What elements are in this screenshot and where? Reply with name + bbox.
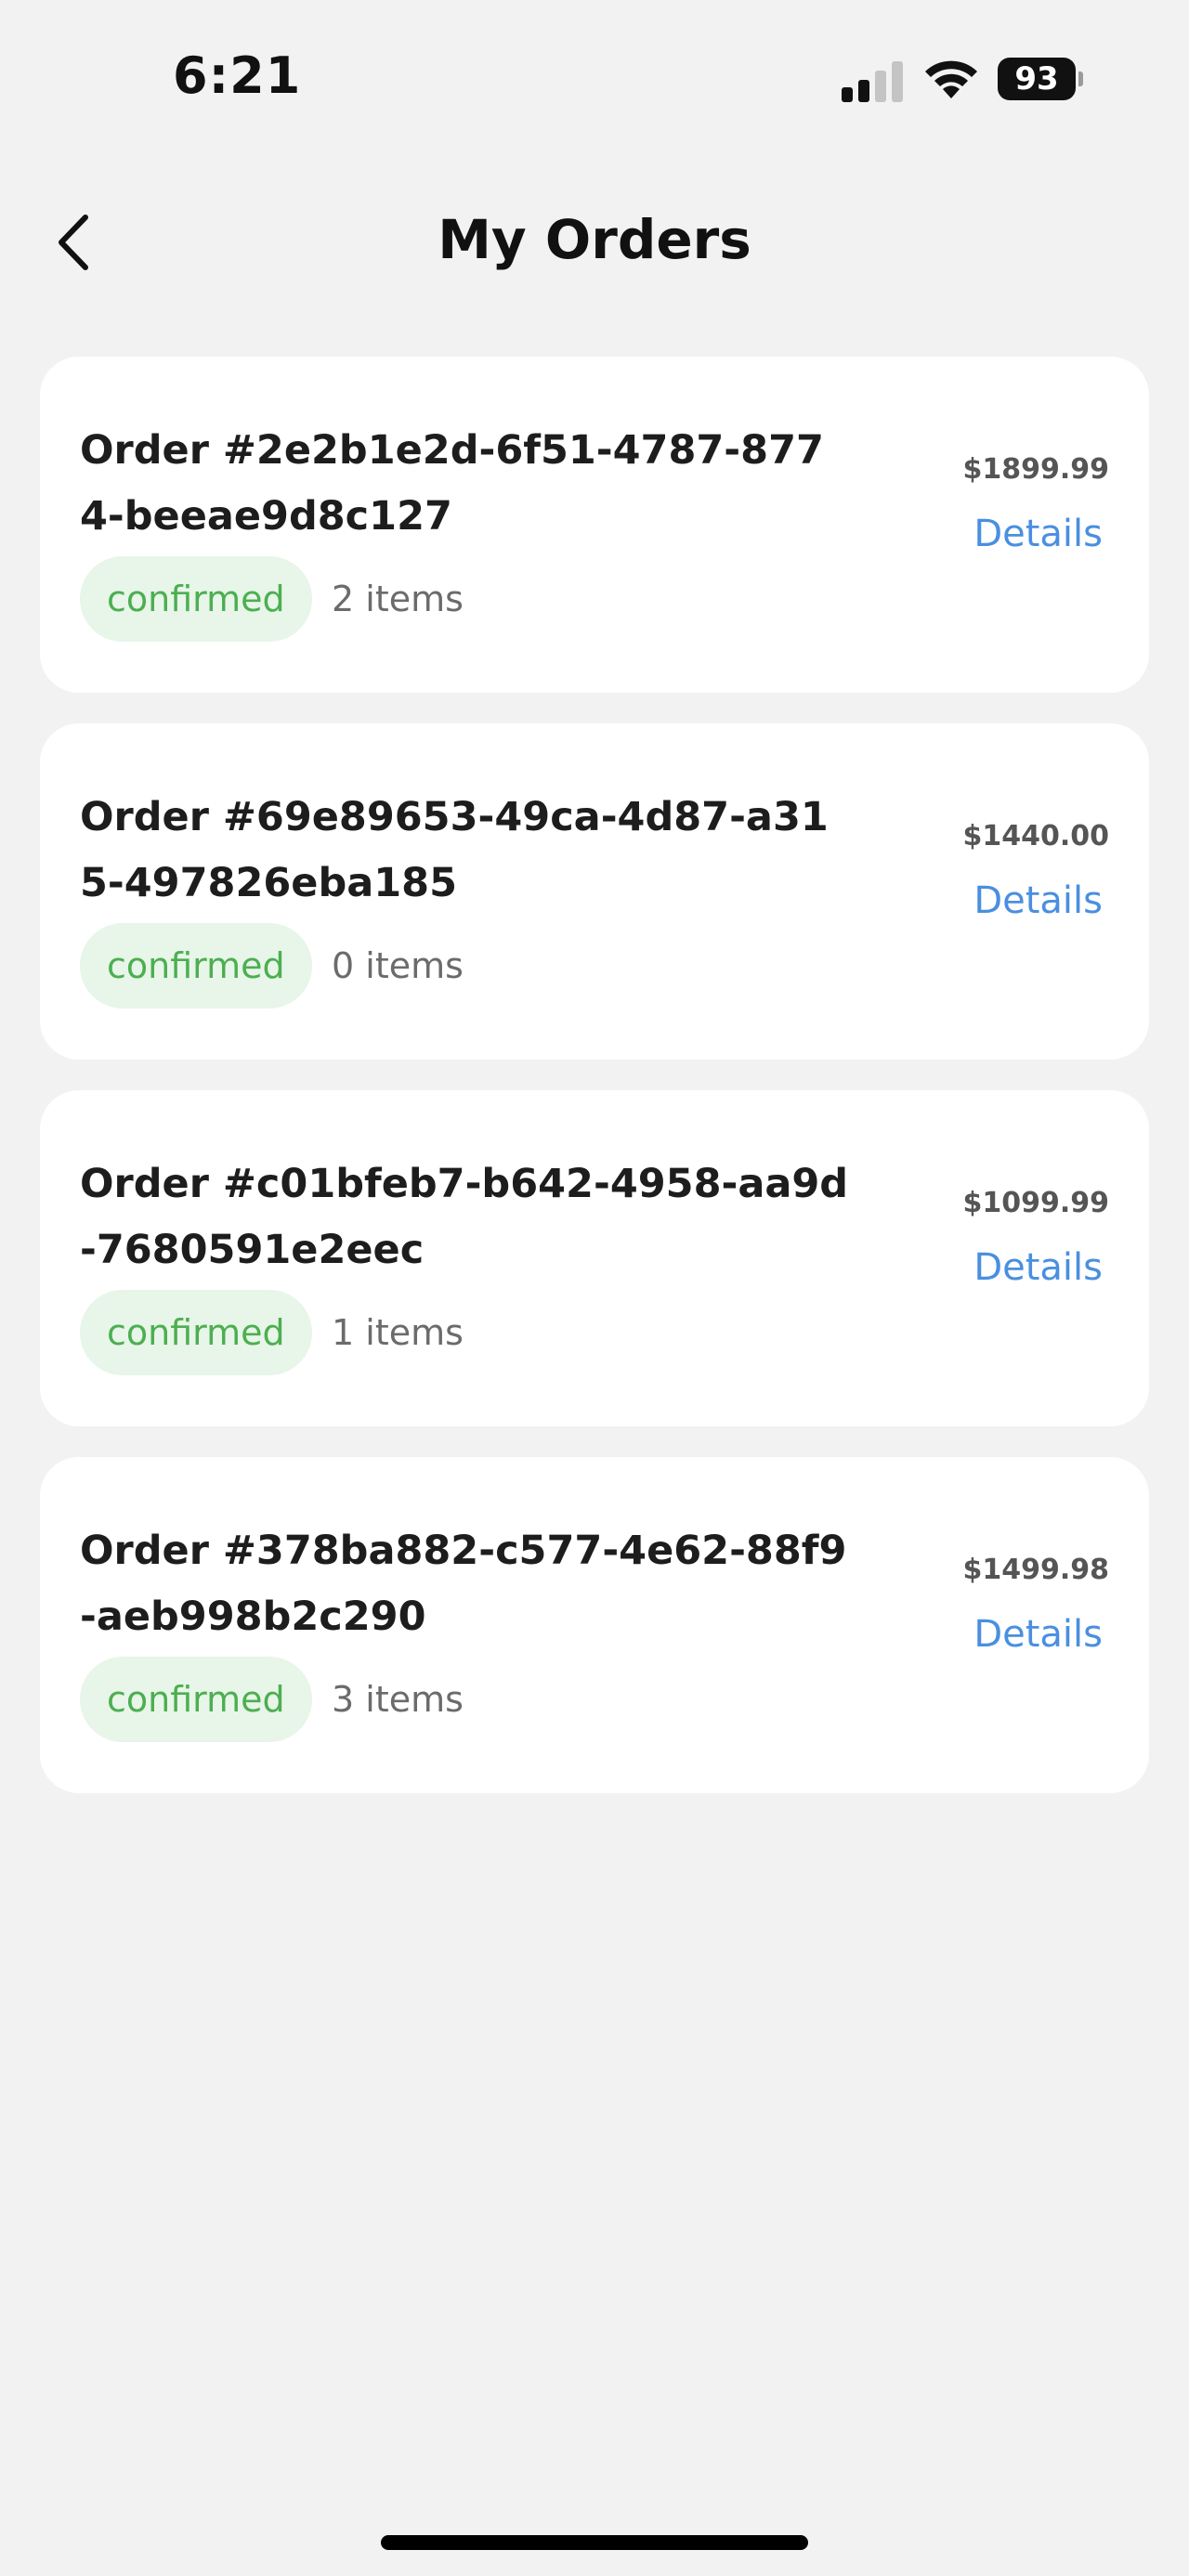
signal-icon [842,61,903,102]
battery-icon: 93 [998,58,1083,100]
status-time: 6:21 [173,46,302,105]
order-price: $1899.99 [962,453,1109,486]
status-badge: confirmed [80,556,312,642]
battery-cap [1078,72,1083,86]
header: My Orders [0,186,1189,297]
details-link[interactable]: Details [973,1613,1103,1656]
status-badge: confirmed [80,1657,312,1742]
order-price: $1440.00 [962,820,1109,852]
details-link[interactable]: Details [973,513,1103,555]
details-link[interactable]: Details [973,1246,1103,1289]
order-card[interactable]: Order #69e89653-49ca-4d87-a315-497826eba… [40,723,1149,1060]
items-count: 1 items [332,1312,464,1353]
items-count: 2 items [332,579,464,619]
order-price: $1499.98 [962,1554,1109,1586]
items-count: 3 items [332,1679,464,1720]
order-card[interactable]: Order #2e2b1e2d-6f51-4787-8774-beeae9d8c… [40,357,1149,693]
order-card[interactable]: Order #c01bfeb7-b642-4958-aa9d-7680591e2… [40,1090,1149,1426]
order-title: Order #378ba882-c577-4e62-88f9-aeb998b2c… [80,1528,847,1640]
wifi-icon [925,60,977,98]
status-bar: 6:21 93 [0,0,1189,158]
order-title: Order #2e2b1e2d-6f51-4787-8774-beeae9d8c… [80,427,824,540]
order-price: $1099.99 [962,1187,1109,1219]
page-title: My Orders [438,208,751,271]
items-count: 0 items [332,945,464,986]
details-link[interactable]: Details [973,879,1103,922]
battery-level: 93 [998,58,1076,100]
status-badge: confirmed [80,923,312,1008]
order-card[interactable]: Order #378ba882-c577-4e62-88f9-aeb998b2c… [40,1457,1149,1793]
orders-list: Order #2e2b1e2d-6f51-4787-8774-beeae9d8c… [40,357,1149,1824]
order-title: Order #69e89653-49ca-4d87-a315-497826eba… [80,794,829,906]
order-title: Order #c01bfeb7-b642-4958-aa9d-7680591e2… [80,1161,849,1273]
status-badge: confirmed [80,1290,312,1375]
home-indicator[interactable] [381,2535,808,2550]
